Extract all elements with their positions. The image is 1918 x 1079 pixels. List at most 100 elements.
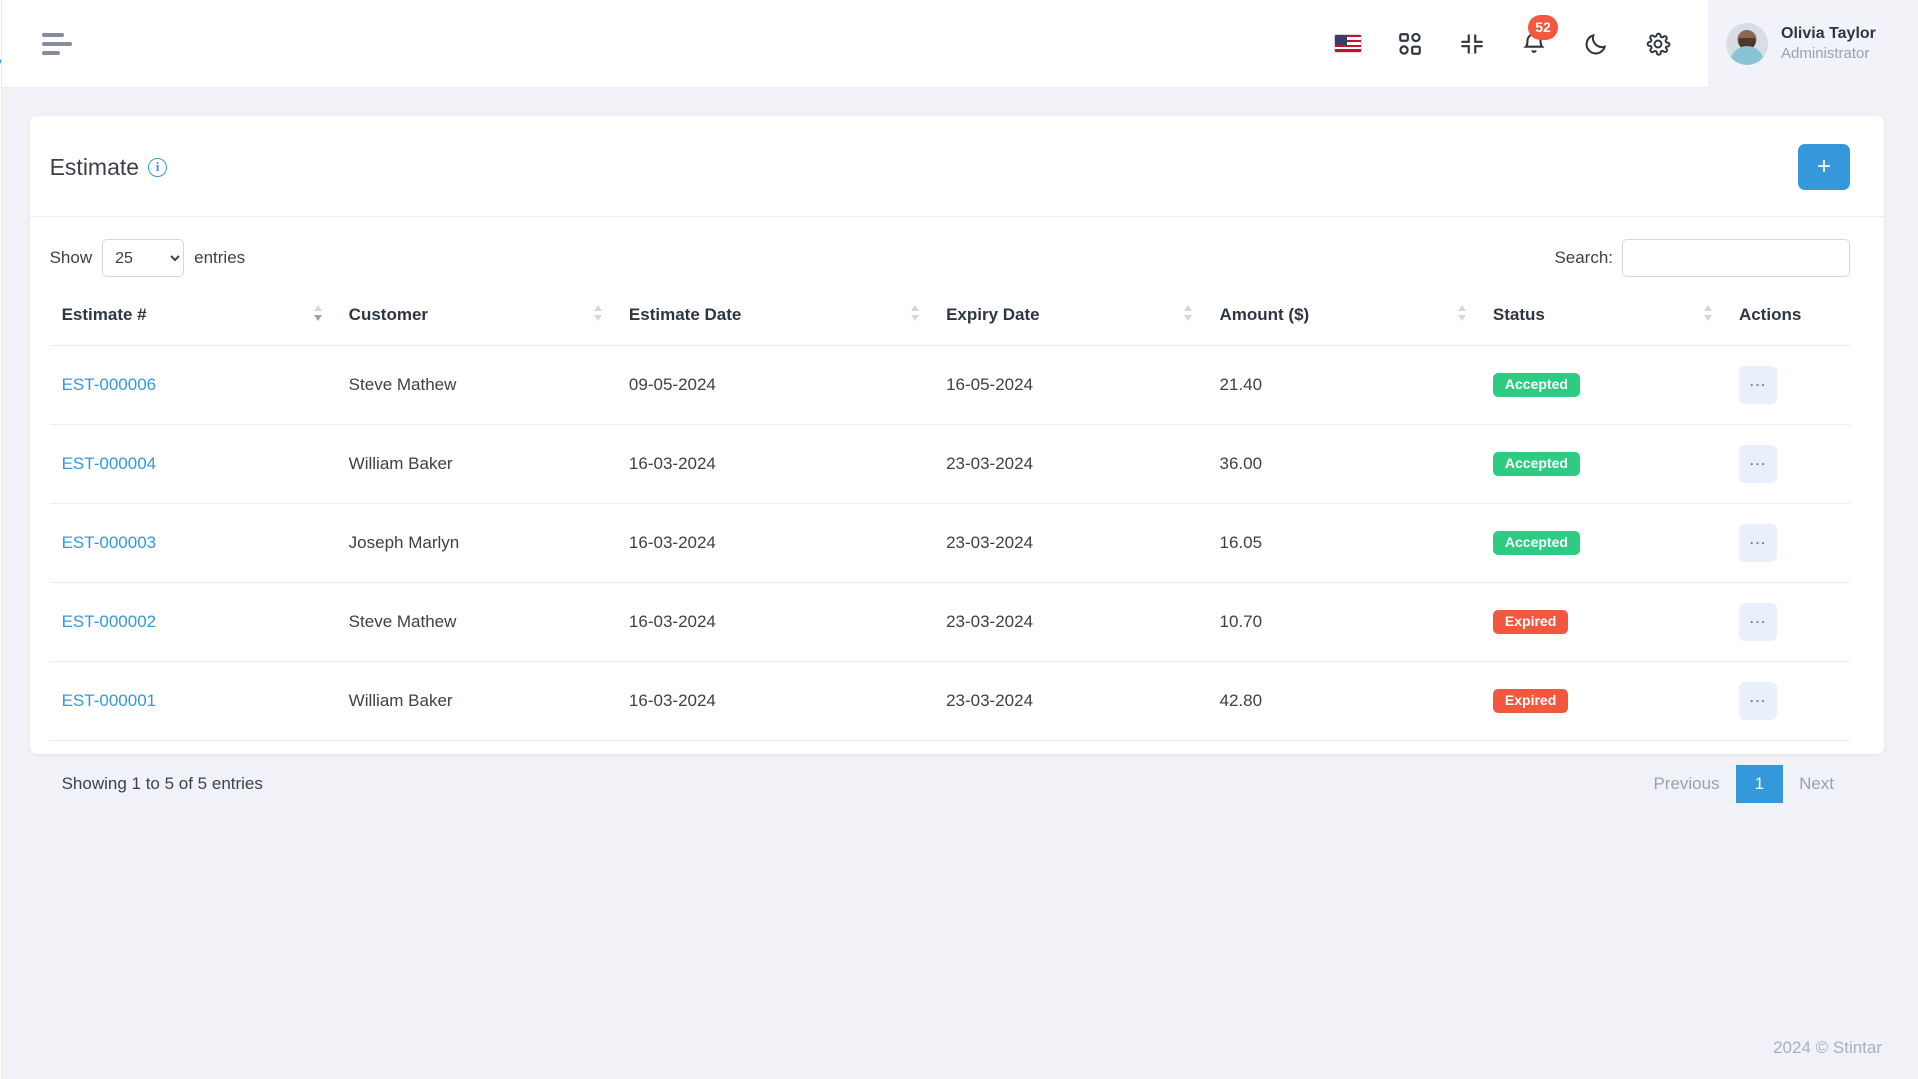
copyright-text: 2024 © Stintar <box>1773 1038 1883 1057</box>
row-actions-button[interactable]: ... <box>1738 445 1777 483</box>
sidebar-subitem-expenses[interactable]: – Expenses <box>0 752 1 802</box>
column-header-estimate-date[interactable]: Estimate Date <box>616 299 935 346</box>
column-header-expiry-date[interactable]: Expiry Date <box>934 299 1208 346</box>
sidebar-item-knowledge-base[interactable]: Knowledge Base <box>0 1026 1 1079</box>
sidebar-item-roadmap[interactable]: Roadmap <box>0 88 1 146</box>
row-actions-button[interactable]: ... <box>1738 682 1777 720</box>
sidebar-item-sprints[interactable]: Sprints <box>0 204 1 262</box>
pagination-next[interactable]: Next <box>1783 765 1850 803</box>
column-label: Actions <box>1738 305 1802 324</box>
settings-gear-icon[interactable] <box>1642 28 1674 60</box>
search-input[interactable] <box>1622 239 1851 277</box>
column-header-amount[interactable]: Amount ($) <box>1207 299 1481 346</box>
column-label: Customer <box>348 305 429 324</box>
column-label: Status <box>1492 305 1545 324</box>
sidebar-subitem-invoices[interactable]: – Invoices <box>0 652 1 702</box>
apps-grid-icon[interactable] <box>1394 28 1426 60</box>
column-header-status[interactable]: Status <box>1480 299 1727 346</box>
user-profile-menu[interactable]: Olivia Taylor Administrator <box>1708 0 1918 88</box>
column-label: Amount ($) <box>1219 305 1310 324</box>
sidebar-item-reports[interactable]: Reports <box>0 910 1 968</box>
cell-expiry-date: 23-03-2024 <box>934 661 1208 741</box>
search-label: Search: <box>1554 248 1614 267</box>
table-footer: Showing 1 to 5 of 5 entries Previous 1 N… <box>50 741 1850 829</box>
status-badge: Accepted <box>1492 372 1580 398</box>
hamburger-line <box>41 32 64 37</box>
estimate-card: Estimate i + Show 251050100 entries <box>29 116 1885 803</box>
cell-customer: William Baker <box>336 661 617 741</box>
column-header-estimate-number[interactable]: Estimate # <box>49 299 337 346</box>
content-area: Estimate i + Show 251050100 entries <box>2 88 1918 1017</box>
cell-customer: Steve Mathew <box>336 345 617 425</box>
estimate-link[interactable]: EST-000004 <box>62 454 157 473</box>
column-header-customer[interactable]: Customer <box>336 299 617 346</box>
sort-arrows-icon <box>593 304 603 324</box>
sidebar-subitem-estimates[interactable]: – Estimates <box>0 602 1 652</box>
cell-actions: ... <box>1726 661 1851 741</box>
brand-logo[interactable]: Stintar <box>0 0 1 88</box>
status-badge: Accepted <box>1492 530 1580 556</box>
sidebar-subitem-taxes[interactable]: – Taxes <box>0 802 1 852</box>
card-header: Estimate i + <box>29 116 1885 217</box>
language-flag-icon[interactable] <box>1332 28 1364 60</box>
cell-estimate-number: EST-000004 <box>49 424 337 504</box>
cell-estimate-number: EST-000003 <box>49 503 337 583</box>
sidebar-item-file-manager[interactable]: File Manager <box>0 968 1 1026</box>
table-row: EST-000006 Steve Mathew 09-05-2024 16-05… <box>49 345 1851 425</box>
cell-status: Accepted <box>1480 345 1727 425</box>
dark-mode-moon-icon[interactable] <box>1580 28 1612 60</box>
sort-arrows-icon <box>313 304 323 324</box>
app-root: Stintar Roadmap Tasks Sprints <box>0 0 1918 1079</box>
user-info: Olivia Taylor Administrator <box>1781 23 1876 65</box>
column-label: Estimate # <box>61 305 147 324</box>
page-length-control: Show 251050100 entries <box>50 239 245 277</box>
sidebar-item-tasks[interactable]: Tasks <box>0 146 1 204</box>
sidebar-subitem-items[interactable]: – Items <box>0 552 1 602</box>
page-title-text: Estimate <box>49 153 140 180</box>
avatar-body <box>1730 45 1765 65</box>
row-actions-button[interactable]: ... <box>1738 524 1777 562</box>
pagination-page-1[interactable]: 1 <box>1735 765 1784 803</box>
page-footer: 2024 © Stintar <box>2 1017 1918 1079</box>
sidebar-item-backlog[interactable]: Backlog <box>0 262 1 320</box>
status-badge: Expired <box>1492 609 1569 635</box>
cell-estimate-date: 16-03-2024 <box>616 582 935 662</box>
showing-entries-info: Showing 1 to 5 of 5 entries <box>61 774 263 793</box>
table-row: EST-000004 William Baker 16-03-2024 23-0… <box>49 424 1851 504</box>
add-estimate-button[interactable]: + <box>1798 144 1851 190</box>
search-control: Search: <box>1554 239 1851 277</box>
sidebar-item-payroll[interactable]: Payroll <box>0 436 1 494</box>
estimate-link[interactable]: EST-000006 <box>62 375 157 394</box>
cell-expiry-date: 23-03-2024 <box>934 424 1208 504</box>
info-icon[interactable]: i <box>148 157 168 177</box>
cell-expiry-date: 23-03-2024 <box>934 582 1208 662</box>
notification-bell-icon[interactable]: 52 <box>1518 14 1559 60</box>
sidebar-nav: Roadmap Tasks Sprints Backlog <box>0 88 1 1079</box>
row-actions-button[interactable]: ... <box>1738 603 1777 641</box>
cell-customer: Joseph Marlyn <box>336 503 617 583</box>
table-row: EST-000001 William Baker 16-03-2024 23-0… <box>49 661 1851 741</box>
sidebar-item-meetings[interactable]: Meetings <box>0 852 1 910</box>
table-body: EST-000006 Steve Mathew 09-05-2024 16-05… <box>49 345 1851 741</box>
estimate-link[interactable]: EST-000001 <box>62 691 157 710</box>
sidebar-subitem-payments[interactable]: – Payments <box>0 702 1 752</box>
sort-arrows-icon <box>1703 304 1713 324</box>
cell-customer: Steve Mathew <box>336 582 617 662</box>
table-row: EST-000003 Joseph Marlyn 16-03-2024 23-0… <box>49 503 1851 583</box>
page-length-select[interactable]: 251050100 <box>102 239 185 277</box>
cell-actions: ... <box>1726 503 1851 583</box>
sidebar-item-hrm[interactable]: HRM <box>0 378 1 436</box>
status-badge: Accepted <box>1492 451 1580 477</box>
sidebar-item-crm[interactable]: CRM <box>0 320 1 378</box>
top-icon-group: 52 <box>1332 14 1708 60</box>
cell-expiry-date: 23-03-2024 <box>934 503 1208 583</box>
cell-customer: William Baker <box>336 424 617 504</box>
pagination-previous[interactable]: Previous <box>1637 765 1735 803</box>
estimate-link[interactable]: EST-000002 <box>62 612 157 631</box>
row-actions-button[interactable]: ... <box>1738 366 1777 404</box>
compress-icon[interactable] <box>1456 28 1488 60</box>
estimate-link[interactable]: EST-000003 <box>62 533 157 552</box>
hamburger-icon[interactable] <box>41 32 76 55</box>
sidebar-item-sales[interactable]: Sales <box>0 494 1 552</box>
pagination: Previous 1 Next <box>1637 765 1850 803</box>
